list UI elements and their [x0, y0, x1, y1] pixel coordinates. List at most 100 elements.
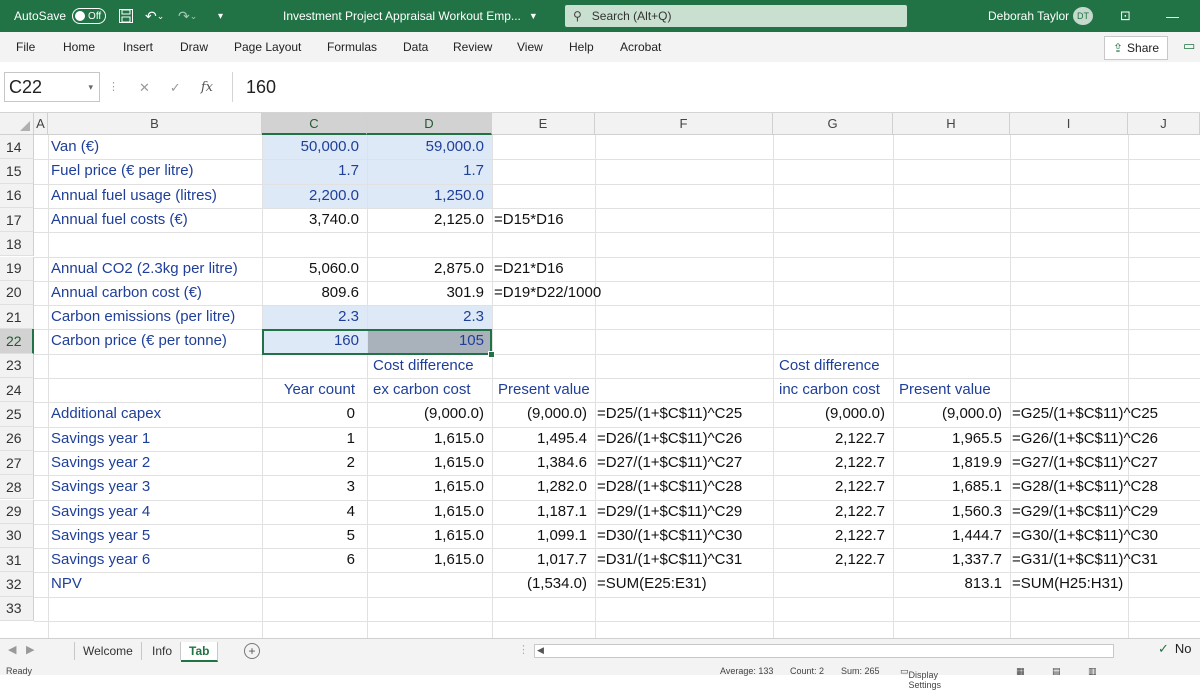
cell-c24[interactable]: Year count [262, 378, 355, 402]
save-icon[interactable] [118, 0, 134, 32]
cancel-icon[interactable]: ✕ [139, 80, 150, 96]
cell-h29[interactable]: 1,560.3 [893, 500, 1002, 524]
autosave-control[interactable]: AutoSave Off [14, 0, 107, 32]
cell-e24[interactable]: Present value [498, 378, 718, 402]
cell-g26[interactable]: 2,122.7 [773, 427, 885, 451]
add-sheet-icon[interactable]: + [244, 643, 260, 659]
menu-view[interactable]: View [517, 40, 543, 54]
cell-d31[interactable]: 1,615.0 [367, 548, 484, 572]
menu-help[interactable]: Help [569, 40, 594, 54]
row-header-32[interactable]: 32 [0, 572, 34, 597]
cell-i25[interactable]: =G25/(1+$C$11)^C25 [1012, 402, 1200, 426]
cell-h31[interactable]: 1,337.7 [893, 548, 1002, 572]
cell-c19[interactable]: 5,060.0 [262, 257, 359, 281]
page-break-view-icon[interactable]: ▥ [1088, 666, 1097, 677]
cell-e20[interactable]: =D19*D22/1000 [494, 281, 794, 305]
row-header-17[interactable]: 17 [0, 207, 34, 233]
row-header-31[interactable]: 31 [0, 548, 34, 573]
minimize-icon[interactable]: — [1166, 0, 1179, 32]
cell-d26[interactable]: 1,615.0 [367, 427, 484, 451]
search-box[interactable]: ⚲ Search (Alt+Q) [565, 5, 907, 27]
column-header-h[interactable]: H [893, 113, 1010, 135]
cell-i29[interactable]: =G29/(1+$C$11)^C29 [1012, 500, 1200, 524]
menu-insert[interactable]: Insert [123, 40, 153, 54]
ribbon-display-icon[interactable]: ⊡ [1120, 0, 1131, 32]
row-header-19[interactable]: 19 [0, 256, 34, 281]
cell-e27[interactable]: 1,384.6 [492, 451, 587, 475]
column-header-i[interactable]: I [1010, 113, 1128, 135]
cell-e28[interactable]: 1,282.0 [492, 475, 587, 499]
select-all-button[interactable] [0, 113, 34, 135]
redo-icon[interactable]: ↷ ⌄ [178, 0, 197, 32]
cell-e17[interactable]: =D15*D16 [494, 208, 794, 232]
avatar[interactable]: DT [1073, 7, 1093, 25]
menu-acrobat[interactable]: Acrobat [620, 40, 661, 54]
cell-i28[interactable]: =G28/(1+$C$11)^C28 [1012, 475, 1200, 499]
cell-d28[interactable]: 1,615.0 [367, 475, 484, 499]
display-settings-button[interactable]: ▭ Display Settings [900, 666, 941, 690]
row-header-16[interactable]: 16 [0, 183, 34, 208]
cell-c16[interactable]: 2,200.0 [262, 184, 359, 208]
cell-i30[interactable]: =G30/(1+$C$11)^C30 [1012, 524, 1200, 548]
undo-icon[interactable]: ↶ ⌄ [145, 0, 164, 32]
cell-c26[interactable]: 1 [262, 427, 355, 451]
row-header-29[interactable]: 29 [0, 499, 34, 524]
cell-h26[interactable]: 1,965.5 [893, 427, 1002, 451]
cell-c20[interactable]: 809.6 [262, 281, 359, 305]
row-header-20[interactable]: 20 [0, 280, 34, 306]
accessibility-status[interactable]: ✓ No [1158, 641, 1192, 657]
menu-page-layout[interactable]: Page Layout [234, 40, 301, 54]
cell-d23[interactable]: Cost difference [373, 354, 593, 378]
cell-e31[interactable]: 1,017.7 [492, 548, 587, 572]
cell-e26[interactable]: 1,495.4 [492, 427, 587, 451]
column-header-f[interactable]: F [595, 113, 773, 135]
cell-b32[interactable]: NPV [51, 572, 351, 596]
cell-d25[interactable]: (9,000.0) [367, 402, 484, 426]
cell-e25[interactable]: (9,000.0) [492, 402, 587, 426]
cell-h28[interactable]: 1,685.1 [893, 475, 1002, 499]
column-header-e[interactable]: E [492, 113, 595, 135]
column-header-c[interactable]: C [262, 113, 367, 135]
cell-c29[interactable]: 4 [262, 500, 355, 524]
cell-e19[interactable]: =D21*D16 [494, 257, 794, 281]
cell-e30[interactable]: 1,099.1 [492, 524, 587, 548]
column-header-d[interactable]: D [367, 113, 492, 135]
cell-h27[interactable]: 1,819.9 [893, 451, 1002, 475]
row-header-21[interactable]: 21 [0, 305, 34, 330]
column-header-j[interactable]: J [1128, 113, 1200, 135]
next-sheet-icon[interactable]: ▶ [26, 643, 34, 656]
row-header-27[interactable]: 27 [0, 450, 34, 476]
cell-h24[interactable]: Present value [899, 378, 1119, 402]
sheet-tab-info[interactable]: Info [144, 642, 182, 660]
cell-g31[interactable]: 2,122.7 [773, 548, 885, 572]
formula-input[interactable]: 160 [246, 77, 276, 98]
cell-g30[interactable]: 2,122.7 [773, 524, 885, 548]
cell-g25[interactable]: (9,000.0) [773, 402, 885, 426]
row-header-28[interactable]: 28 [0, 475, 34, 500]
autosave-toggle[interactable]: Off [72, 8, 107, 24]
row-header-26[interactable]: 26 [0, 426, 34, 451]
row-header-15[interactable]: 15 [0, 159, 34, 184]
cell-c28[interactable]: 3 [262, 475, 355, 499]
menu-home[interactable]: Home [63, 40, 95, 54]
spreadsheet-grid[interactable]: A B C D E F G H I J 14 15 16 17 18 19 20 21 22 23 24 25 26 27 28… [0, 113, 1200, 638]
row-header-25[interactable]: 25 [0, 402, 34, 427]
comments-icon[interactable]: ▭ [1183, 38, 1195, 54]
menu-file[interactable]: File [16, 40, 35, 54]
cell-d19[interactable]: 2,875.0 [367, 257, 484, 281]
row-header-18[interactable]: 18 [0, 232, 34, 257]
fill-handle[interactable] [488, 350, 495, 358]
cell-c30[interactable]: 5 [262, 524, 355, 548]
cell-i26[interactable]: =G26/(1+$C$11)^C26 [1012, 427, 1200, 451]
horizontal-scrollbar[interactable]: ◀ [534, 644, 1114, 658]
cell-d15[interactable]: 1.7 [367, 159, 484, 183]
row-header-14[interactable]: 14 [0, 135, 34, 160]
normal-view-icon[interactable]: ▦ [1016, 666, 1025, 677]
menu-draw[interactable]: Draw [180, 40, 208, 54]
cell-c14[interactable]: 50,000.0 [262, 135, 359, 159]
workbook-title[interactable]: Investment Project Appraisal Workout Emp… [283, 0, 538, 32]
cell-d14[interactable]: 59,000.0 [367, 135, 484, 159]
scroll-left-icon[interactable]: ◀ [537, 645, 544, 656]
row-header-22[interactable]: 22 [0, 329, 34, 354]
menu-data[interactable]: Data [403, 40, 428, 54]
